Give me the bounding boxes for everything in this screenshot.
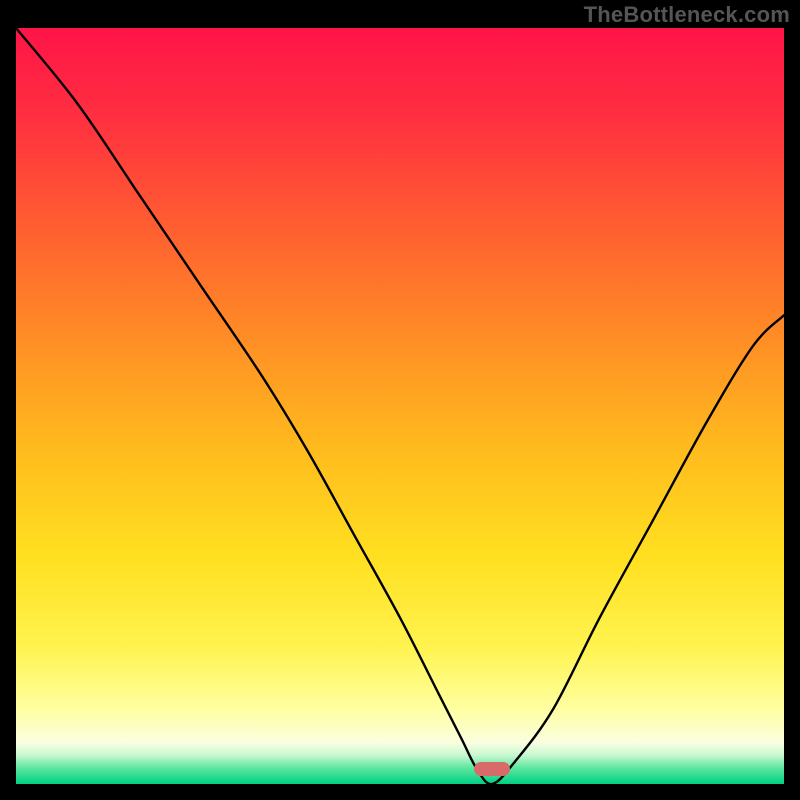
plot-area xyxy=(16,28,784,784)
chart-frame: TheBottleneck.com xyxy=(0,0,800,800)
bottleneck-curve xyxy=(16,28,784,784)
optimal-point-marker xyxy=(474,762,510,776)
watermark-text: TheBottleneck.com xyxy=(584,2,790,28)
